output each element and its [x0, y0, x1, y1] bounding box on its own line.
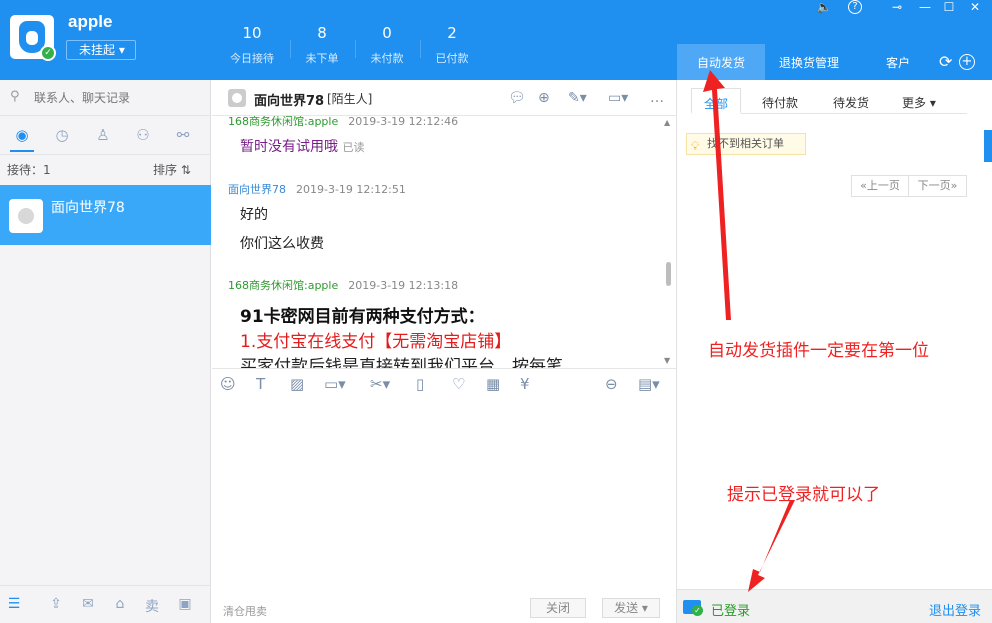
arrow-down-annotation [748, 500, 795, 592]
annotation-arrows [703, 70, 795, 592]
arrow-up-annotation [703, 70, 731, 320]
annotation-text-bottom: 提示已登录就可以了 [727, 485, 880, 505]
annotation-text-top: 自动发货插件一定要在第一位 [708, 341, 929, 361]
